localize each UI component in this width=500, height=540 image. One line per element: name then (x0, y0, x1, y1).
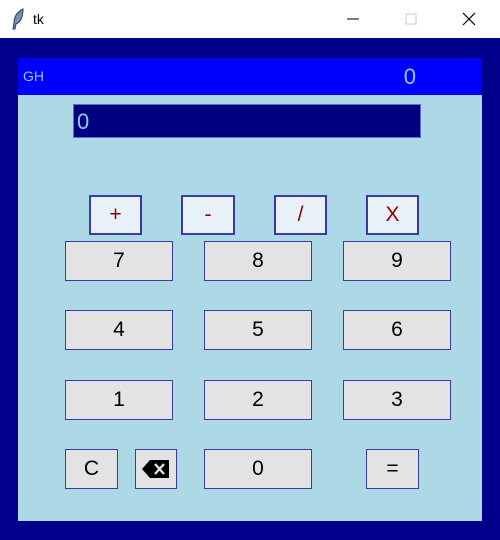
digit-5-button[interactable]: 5 (204, 310, 312, 350)
app-frame: GH 0 0 + - / X 7 8 9 4 5 6 1 2 3 C 0 = (0, 38, 500, 540)
maximize-icon (405, 13, 417, 25)
clear-button[interactable]: C (65, 449, 118, 489)
backspace-button[interactable] (135, 449, 177, 489)
digit-3-button[interactable]: 3 (343, 380, 451, 420)
feather-icon (10, 8, 26, 30)
minimize-button[interactable] (325, 0, 381, 38)
digit-9-button[interactable]: 9 (343, 241, 451, 281)
app-window: tk GH 0 0 + - / X 7 8 9 4 5 6 1 2 3 C 0 … (0, 0, 500, 540)
add-button[interactable]: + (89, 195, 142, 235)
title-bar: tk (0, 0, 500, 38)
backspace-icon (142, 460, 169, 478)
digit-2-button[interactable]: 2 (204, 380, 312, 420)
minimize-icon (347, 18, 359, 20)
multiply-button[interactable]: X (366, 195, 419, 235)
display-value: 0 (77, 109, 90, 134)
digit-4-button[interactable]: 4 (65, 310, 173, 350)
header-bar: GH 0 (18, 58, 482, 95)
display-field[interactable]: 0 (73, 104, 421, 138)
maximize-button[interactable] (383, 0, 439, 38)
digit-0-button[interactable]: 0 (204, 449, 312, 489)
digit-8-button[interactable]: 8 (204, 241, 312, 281)
calculator-panel: GH 0 0 + - / X 7 8 9 4 5 6 1 2 3 C 0 = (18, 58, 482, 521)
close-icon (462, 12, 476, 26)
digit-1-button[interactable]: 1 (65, 380, 173, 420)
subtract-button[interactable]: - (181, 195, 235, 235)
equals-button[interactable]: = (366, 449, 419, 489)
window-title: tk (33, 11, 44, 27)
digit-6-button[interactable]: 6 (343, 310, 451, 350)
header-result: 0 (403, 64, 416, 89)
digit-7-button[interactable]: 7 (65, 241, 173, 281)
divide-button[interactable]: / (274, 195, 327, 235)
close-button[interactable] (441, 0, 497, 38)
brand-label: GH (23, 68, 44, 84)
